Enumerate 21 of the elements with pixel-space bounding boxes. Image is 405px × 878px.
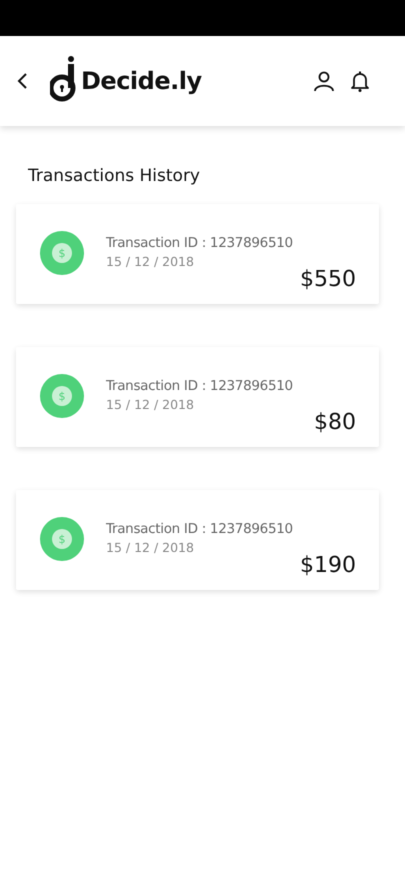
notification-icon[interactable]	[349, 70, 371, 92]
transaction-date: 15 / 12 / 2018	[106, 254, 195, 269]
coin-icon: $	[40, 517, 84, 561]
transaction-id: Transaction ID : 1237896510	[106, 235, 294, 251]
transaction-card[interactable]: $ Transaction ID : 1237896510 15 / 12 / 2018 $190	[16, 490, 379, 590]
transaction-amount: $550	[300, 267, 356, 292]
transaction-date: 15 / 12 / 2018	[106, 540, 195, 555]
transaction-id: Transaction ID : 1237896510	[106, 521, 294, 537]
back-button[interactable]	[16, 72, 28, 90]
transaction-amount: $80	[314, 410, 356, 435]
coin-icon: $	[40, 231, 84, 275]
transaction-date: 15 / 12 / 2018	[106, 397, 195, 412]
transaction-amount: $190	[300, 553, 356, 578]
coin-icon: $	[40, 374, 84, 418]
transaction-id: Transaction ID : 1237896510	[106, 378, 294, 394]
logo-icon	[50, 56, 76, 102]
transaction-card[interactable]: $ Transaction ID : 1237896510 15 / 12 / 2018 $80	[16, 347, 379, 447]
transaction-card[interactable]: $ Transaction ID : 1237896510 15 / 12 / 2018 $550	[16, 204, 379, 304]
profile-icon[interactable]	[313, 70, 335, 92]
section-title: Transactions History	[28, 166, 201, 186]
logo-text: Decide.ly	[81, 67, 202, 95]
